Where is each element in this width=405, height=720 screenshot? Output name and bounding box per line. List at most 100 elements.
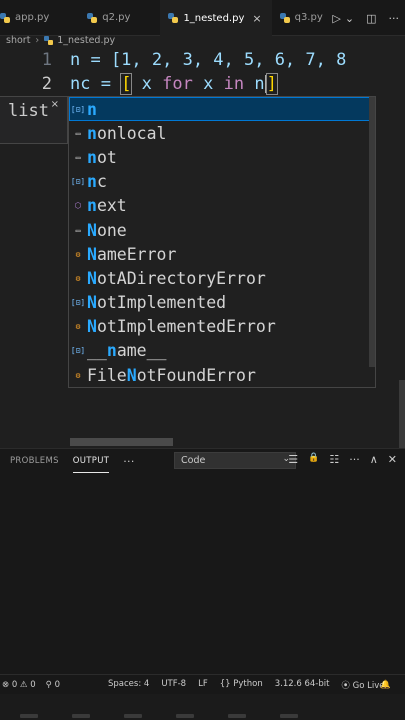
variable-icon: [⊡] <box>70 177 86 187</box>
suggestion-item[interactable]: [⊡] NotImplemented <box>69 291 375 315</box>
python-file-icon <box>0 12 10 23</box>
close-bracket: ] <box>265 73 278 95</box>
suggestion-label: NotImplemented <box>87 293 226 312</box>
breadcrumb-folder[interactable]: short <box>6 35 30 46</box>
suggestion-widget: [⊡] n ▭ nonlocal ▭ not [⊡] nc ⬡ next ▭ None ⚙ NameErr… <box>68 96 376 388</box>
suggestion-rest: ext <box>96 196 127 216</box>
keyword-icon: ▭ <box>75 128 81 138</box>
python-file-icon <box>168 13 179 23</box>
suggestion-item[interactable]: ▭ not <box>69 145 375 169</box>
suggestion-rest: otImplementedError <box>96 317 276 337</box>
split-editor-icon[interactable]: ◫ <box>366 12 376 25</box>
suggestion-match: N <box>87 244 97 264</box>
suggestion-rest: onlocal <box>96 123 167 143</box>
maximize-panel-icon[interactable]: ∧ <box>370 453 378 466</box>
suggestion-scrollbar[interactable] <box>369 97 375 367</box>
problems-status[interactable]: ⊗ 0 ⚠ 0 <box>2 680 36 690</box>
taskbar-app-icon[interactable] <box>124 714 142 718</box>
suggestion-rest: c <box>96 172 107 192</box>
suggestion-label: next <box>87 196 127 215</box>
suggestion-match: N <box>126 365 137 385</box>
lock-icon[interactable]: 🔒 <box>308 453 319 466</box>
variable-icon: [⊡] <box>70 346 86 356</box>
taskbar-app-icon[interactable] <box>72 714 90 718</box>
suggestion-item[interactable]: ▭ None <box>69 218 375 242</box>
suggestion-match: n <box>87 99 97 119</box>
close-icon[interactable]: × <box>51 99 59 110</box>
interpreter-status[interactable]: 3.12.6 64-bit <box>275 679 330 691</box>
breadcrumb-file[interactable]: 1_nested.py <box>57 35 115 46</box>
bottom-panel: PROBLEMS OUTPUT ··· Code ⌄ ☰ 🔒 ☷ ··· ∧ ✕ <box>0 448 405 674</box>
suggestion-label: nc <box>87 172 107 191</box>
tab-problems[interactable]: PROBLEMS <box>10 449 59 473</box>
suggestion-item[interactable]: ⚙ NameError <box>69 242 375 266</box>
panel-actions: ☰ 🔒 ☷ ··· ∧ ✕ <box>288 453 397 466</box>
suggestion-item[interactable]: ⬡ next <box>69 194 375 218</box>
suggestion-match: n <box>87 196 97 216</box>
chevron-down-icon[interactable]: ⌄ <box>345 12 354 25</box>
suggestion-item[interactable]: ⚙ FileNotFoundError <box>69 363 375 387</box>
close-icon[interactable]: × <box>252 12 261 25</box>
taskbar-app-icon[interactable] <box>20 714 38 718</box>
suggestion-label: NameError <box>87 245 176 264</box>
tab-label: 1_nested.py <box>183 12 245 24</box>
indentation-status[interactable]: Spaces: 4 <box>108 679 149 691</box>
python-file-icon <box>279 12 290 23</box>
suggestion-item[interactable]: [⊡] nc <box>69 170 375 194</box>
function-icon: ⬡ <box>74 201 82 211</box>
go-live-button[interactable]: ⦿ Go Live <box>341 679 384 691</box>
breadcrumb: short › 1_nested.py <box>0 31 115 49</box>
suggestion-label: not <box>87 148 117 167</box>
tab-label: q2.py <box>102 12 131 23</box>
python-file-icon <box>44 35 54 45</box>
suggestion-item[interactable]: [⊡] n <box>69 97 375 122</box>
suggestion-label: nonlocal <box>87 124 166 143</box>
suggestion-item[interactable]: ⚙ NotADirectoryError <box>69 266 375 290</box>
suggestion-label: FileNotFoundError <box>87 366 256 385</box>
keyword-icon: ▭ <box>75 152 81 162</box>
output-channel-value: Code <box>181 455 206 466</box>
suggestion-item[interactable]: [⊡] __name__ <box>69 339 375 363</box>
code-text: n = [1, 2, 3, 4, 5, 6, 7, 8 <box>70 50 347 70</box>
horizontal-scrollbar[interactable] <box>70 438 173 446</box>
taskbar-app-icon[interactable] <box>280 714 298 718</box>
suggestion-match: n <box>87 147 97 167</box>
tab-q3-py[interactable]: q3.py <box>272 0 333 36</box>
tab-1-nested-py[interactable]: 1_nested.py × <box>160 0 272 36</box>
suggestion-rest: otImplemented <box>96 293 227 313</box>
tab-label: q3.py <box>294 12 323 23</box>
breadcrumb-separator: › <box>35 34 40 46</box>
encoding-status[interactable]: UTF-8 <box>161 679 186 691</box>
ports-status[interactable]: ⚲ 0 <box>46 680 60 690</box>
suggestion-match: n <box>87 172 97 192</box>
suggestion-rest: otFoundError <box>136 365 256 385</box>
taskbar-app-icon[interactable] <box>176 714 194 718</box>
hover-tooltip: list × <box>0 96 68 144</box>
status-right: Spaces: 4 UTF-8 LF {} Python 3.12.6 64-b… <box>108 679 384 691</box>
suggestion-item[interactable]: ▭ nonlocal <box>69 121 375 145</box>
suggestion-match: N <box>87 220 97 240</box>
code-token: x <box>192 74 224 94</box>
status-left: ⊗ 0 ⚠ 0 ⚲ 0 <box>2 680 60 690</box>
eol-status[interactable]: LF <box>198 679 208 691</box>
notifications-bell-icon[interactable]: 🔔 <box>380 680 391 690</box>
taskbar-icons <box>20 714 298 718</box>
language-mode-status[interactable]: {} Python <box>220 679 263 691</box>
filter-list-icon[interactable]: ☰ <box>288 453 298 466</box>
more-actions-icon[interactable]: ··· <box>389 12 400 25</box>
keyword-icon: ▭ <box>75 225 81 235</box>
code-text: nc = [ x for x in n] <box>70 73 278 95</box>
variable-icon: [⊡] <box>70 104 86 114</box>
more-actions-icon[interactable]: ··· <box>349 453 360 466</box>
output-channel-select[interactable]: Code ⌄ <box>174 452 296 469</box>
tab-output[interactable]: OUTPUT <box>72 449 110 473</box>
suggestion-item[interactable]: ⚙ NotImplementedError <box>69 315 375 339</box>
line-number: 2 <box>41 74 52 94</box>
more-actions-icon[interactable]: ··· <box>123 449 134 473</box>
run-icon[interactable]: ▷ <box>332 12 340 25</box>
editor-actions: ▷ ⌄ ◫ ··· <box>332 0 399 36</box>
suggestion-rest: one <box>96 220 127 240</box>
close-icon[interactable]: ✕ <box>388 453 397 466</box>
clear-output-icon[interactable]: ☷ <box>329 453 339 466</box>
taskbar-app-icon[interactable] <box>228 714 246 718</box>
